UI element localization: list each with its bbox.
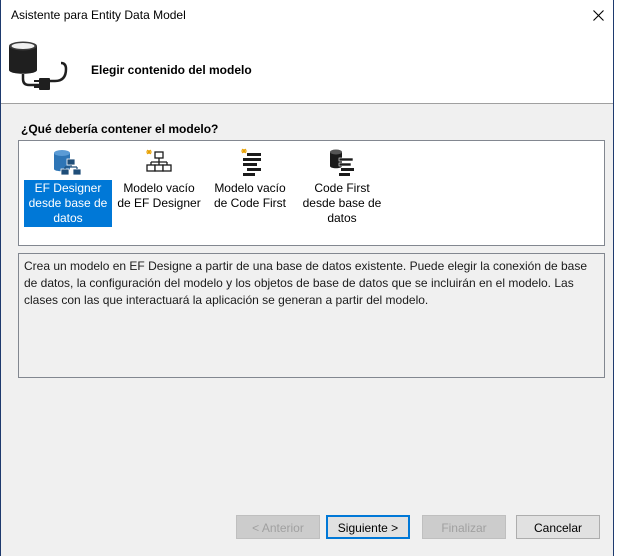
- close-icon[interactable]: [592, 9, 604, 21]
- title-bar[interactable]: Asistente para Entity Data Model: [1, 0, 613, 30]
- wizard-window: Asistente para Entity Data Model Elegir …: [0, 0, 614, 556]
- window-title: Asistente para Entity Data Model: [11, 8, 186, 22]
- empty-model-icon: [146, 149, 172, 172]
- back-button[interactable]: < Anterior: [236, 515, 320, 539]
- option-description: Crea un modelo en EF Designe a partir de…: [18, 253, 605, 378]
- option-label: Code First desde base de datos: [302, 181, 382, 225]
- empty-code-first-icon: [241, 148, 261, 176]
- cancel-button[interactable]: Cancelar: [516, 515, 600, 539]
- code-first-database-icon: [330, 149, 354, 176]
- option-empty-code-first[interactable]: Modelo vacío de Code First: [206, 144, 294, 212]
- option-ef-designer-from-database[interactable]: EF Designer desde base de datos: [24, 144, 112, 227]
- option-label: EF Designer desde base de datos: [24, 180, 112, 227]
- background-strip: [614, 0, 623, 556]
- option-code-first-from-database[interactable]: Code First desde base de datos: [298, 144, 386, 227]
- database-diagram-icon: [54, 150, 82, 176]
- option-label: Modelo vacío de Code First: [213, 181, 287, 210]
- database-connect-icon: [9, 41, 68, 90]
- close-button[interactable]: [583, 0, 613, 30]
- model-options-list[interactable]: EF Designer desde base de datos Modelo v…: [18, 140, 605, 246]
- finish-button[interactable]: Finalizar: [422, 515, 506, 539]
- next-button[interactable]: Siguiente >: [326, 515, 410, 539]
- page-title: Elegir contenido del modelo: [91, 63, 252, 77]
- wizard-header: Elegir contenido del modelo: [1, 30, 613, 104]
- option-label: Modelo vacío de EF Designer: [117, 181, 201, 210]
- option-empty-ef-designer[interactable]: Modelo vacío de EF Designer: [115, 144, 203, 212]
- question-label: ¿Qué debería contener el modelo?: [21, 122, 219, 136]
